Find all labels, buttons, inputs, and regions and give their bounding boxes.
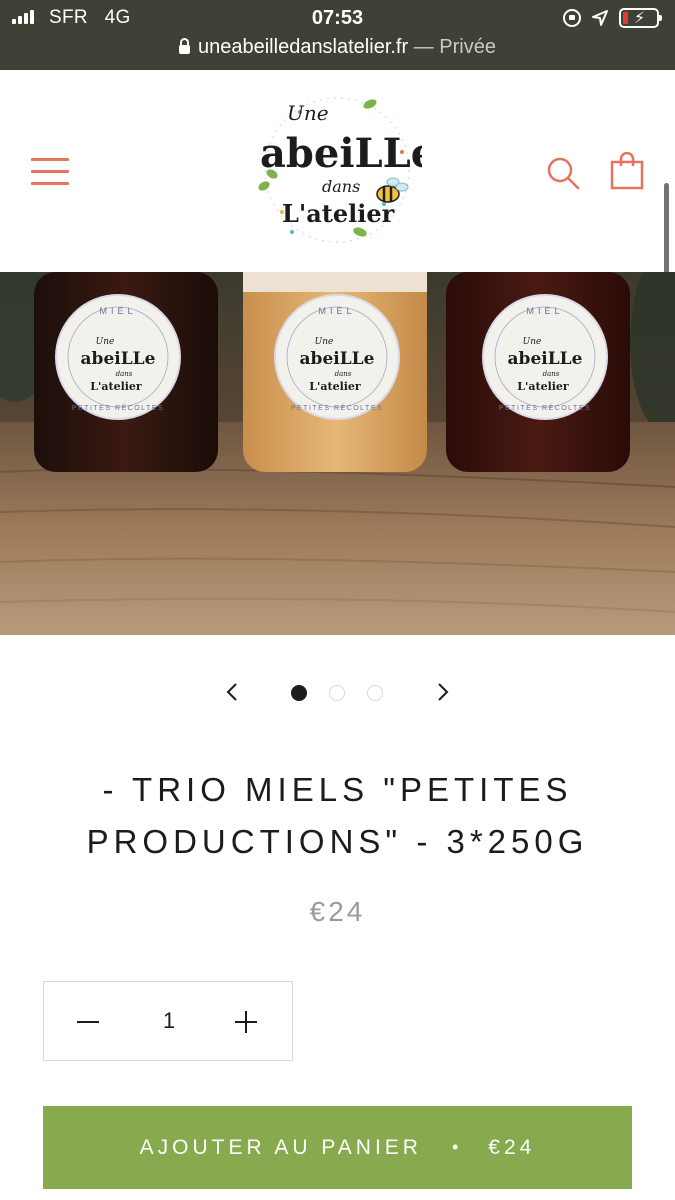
chevron-right-icon[interactable] [430, 680, 454, 704]
status-bar: SFR 4G 07:53 ⚡ uneabeilledanslatelier.fr… [0, 0, 675, 70]
jar1-brand-line-4: L'atelier [90, 380, 142, 393]
jar2-brand-line-1: Une [315, 337, 334, 347]
shopping-bag-icon[interactable] [610, 152, 644, 190]
jar3-brand-line-3: dans [543, 370, 560, 378]
search-icon[interactable] [546, 156, 580, 190]
quantity-input[interactable] [139, 1006, 199, 1036]
secure-lock-icon [179, 38, 190, 54]
jar3-label-top: MIEL [526, 306, 563, 316]
url-domain: uneabeilledanslatelier.fr [198, 36, 409, 58]
jar1-brand-line-1: Une [96, 337, 115, 347]
logo-word-4: L'atelier [282, 199, 395, 228]
location-arrow-icon [592, 10, 608, 26]
add-to-cart-price: €24 [488, 1135, 536, 1159]
image-carousel-nav [0, 676, 675, 710]
carousel-dot-3[interactable] [367, 685, 383, 701]
jar2-brand-line-2: abeiLLe [300, 349, 375, 369]
jar1-label-bottom: PETITES RÉCOLTES [72, 403, 164, 412]
add-to-cart-label: AJOUTER AU PANIER [139, 1135, 422, 1159]
private-mode-label: Privée [439, 36, 496, 58]
carousel-dot-2[interactable] [329, 685, 345, 701]
jar2-brand-line-3: dans [335, 370, 352, 378]
jar3-brand-line-2: abeiLLe [508, 349, 583, 369]
jar-amber [446, 272, 630, 472]
logo-word-2: abeiLLe [260, 130, 422, 177]
site-header: Une abeiLLe dans L'atelier [0, 70, 675, 272]
jar1-label-top: MIEL [99, 306, 136, 316]
orientation-lock-icon [563, 9, 581, 27]
jar3-brand-line-1: Une [523, 337, 542, 347]
brand-logo[interactable]: Une abeiLLe dans L'atelier [252, 92, 422, 247]
jar3-label-bottom: PETITES RÉCOLTES [499, 403, 591, 412]
jar2-label-bottom: PETITES RÉCOLTES [291, 403, 383, 412]
logo-word-1: Une [287, 101, 329, 125]
quantity-stepper [43, 981, 293, 1061]
minus-icon[interactable] [74, 1008, 102, 1036]
logo-word-3: dans [322, 177, 360, 196]
product-photo[interactable]: MIEL PETITES RÉCOLTES MIEL PETITES RÉCOL… [0, 272, 675, 635]
hamburger-menu-icon[interactable] [31, 158, 69, 185]
battery-icon: ⚡ [619, 8, 662, 28]
carousel-dot-1[interactable] [291, 685, 307, 701]
url-bar[interactable]: uneabeilledanslatelier.fr — Privée [0, 36, 675, 59]
jar1-brand-line-2: abeiLLe [81, 349, 156, 369]
url-separator: — [408, 36, 440, 58]
add-to-cart-button[interactable]: AJOUTER AU PANIER • €24 [43, 1106, 632, 1189]
jar3-brand-line-4: L'atelier [517, 380, 569, 393]
jar2-brand-line-4: L'atelier [309, 380, 361, 393]
jar2-label-top: MIEL [318, 306, 355, 316]
chevron-left-icon[interactable] [221, 680, 245, 704]
plus-icon[interactable] [232, 1008, 260, 1036]
product-price: €24 [309, 896, 366, 927]
product-title: - TRIO MIELS "PETITES PRODUCTIONS" - 3*2… [86, 771, 589, 860]
jar1-brand-line-3: dans [116, 370, 133, 378]
add-to-cart-separator: • [451, 1137, 459, 1157]
